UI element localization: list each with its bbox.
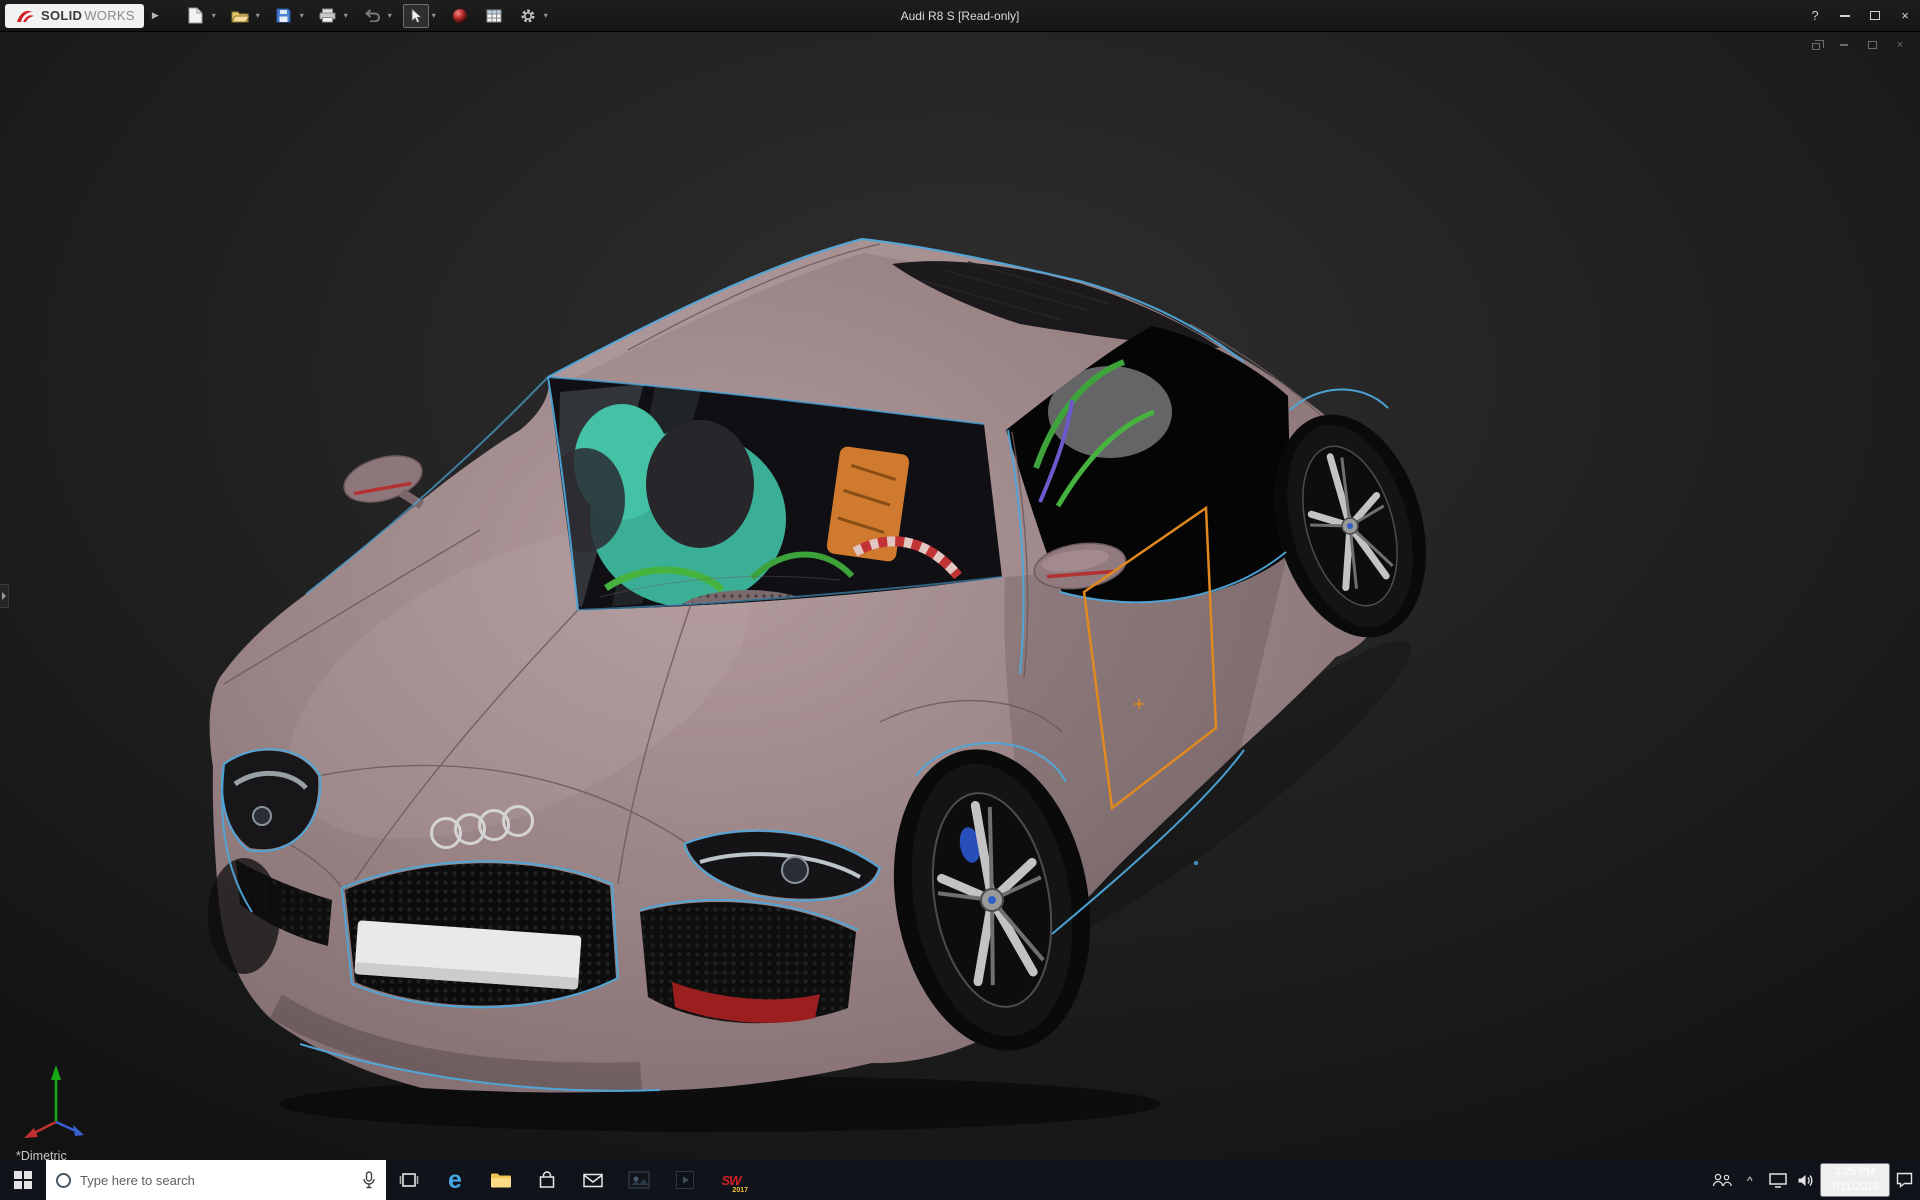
network-icon [1769,1172,1787,1188]
minimize-icon [1840,44,1848,46]
open-document-button[interactable] [227,4,253,28]
print-button[interactable] [315,4,341,28]
right-air-intake [640,901,856,1024]
edge-icon: e [448,1165,462,1194]
maximize-icon [1867,41,1877,49]
design-table-icon [486,9,502,22]
appearance-sphere-icon [452,8,467,23]
solidworks-2017-button[interactable]: SW 2017 [708,1160,754,1200]
design-table-button[interactable] [481,4,507,28]
file-explorer-icon [491,1173,511,1188]
mail-envelope-icon [583,1173,603,1187]
audi-r8-model[interactable] [0,32,1920,1160]
help-button[interactable]: ? [1800,3,1830,29]
brand-solid: SOLID [41,8,83,23]
doc-restore-button[interactable] [1806,37,1826,53]
minimize-icon [1840,14,1850,17]
select-cursor-icon [411,7,422,23]
window-title: Audi R8 S [Read-only] [900,8,1020,23]
interior-seat-dark [646,420,754,548]
volume-button[interactable] [1792,1160,1820,1200]
undo-icon [364,9,380,22]
solidworks-logo: SOLID WORKS [5,3,144,28]
new-document-button[interactable] [183,4,209,28]
titlebar: SOLID WORKS ▶ ▾ ▾ ▾ ▾ ▾ ▾ ▾ Audi R8 S [R… [0,0,1920,32]
new-document-caret[interactable]: ▾ [209,11,219,20]
system-tray: ^ 2:25 PM 7/11/2018 [1708,1160,1920,1200]
doc-minimize-button[interactable] [1834,37,1854,53]
select-tool-button[interactable] [402,3,429,28]
store-bag-icon [539,1171,555,1188]
action-center-button[interactable] [1890,1160,1918,1200]
quick-access-toolbar: ▾ ▾ ▾ ▾ ▾ ▾ ▾ [183,3,557,28]
task-view-icon [399,1173,419,1187]
brand-works: WORKS [84,8,135,23]
mail-button[interactable] [570,1160,616,1200]
movies-tv-button[interactable] [662,1160,708,1200]
undo-caret[interactable]: ▾ [385,11,395,20]
windows-logo-icon [14,1171,32,1189]
start-button[interactable] [0,1160,46,1200]
print-caret[interactable]: ▾ [341,11,351,20]
volume-icon [1798,1174,1813,1186]
open-folder-icon [230,11,249,22]
network-button[interactable] [1764,1160,1792,1200]
left-wheel-shadow [208,858,280,974]
window-controls: ? × [1800,3,1920,29]
microphone-icon[interactable] [362,1171,376,1189]
document-window-controls: × [1806,37,1910,53]
taskbar-search[interactable] [46,1160,386,1200]
clock-time: 2:25 PM [1834,1166,1876,1179]
taskbar-clock[interactable]: 2:25 PM 7/11/2018 [1819,1163,1890,1197]
doc-close-button[interactable]: × [1890,37,1910,53]
cortana-icon [56,1172,71,1188]
restore-icon [1812,39,1824,50]
orientation-triad [24,1065,84,1138]
save-caret[interactable]: ▾ [297,11,307,20]
photos-button[interactable] [616,1160,662,1200]
options-caret[interactable]: ▾ [541,11,551,20]
task-view-button[interactable] [386,1160,432,1200]
solidworks-window: SOLID WORKS ▶ ▾ ▾ ▾ ▾ ▾ ▾ ▾ Audi R8 S [R… [0,0,1920,1200]
vertex-marker [1193,860,1199,866]
edge-button[interactable]: e [432,1160,478,1200]
minimize-button[interactable] [1830,3,1860,29]
ds-logo-icon [17,10,34,22]
photos-icon [628,1171,650,1189]
store-button[interactable] [524,1160,570,1200]
close-button[interactable]: × [1890,3,1920,29]
maximize-button[interactable] [1860,3,1890,29]
search-input[interactable] [80,1172,353,1188]
undo-button[interactable] [359,4,385,28]
file-explorer-button[interactable] [478,1160,524,1200]
select-tool-caret[interactable]: ▾ [429,11,439,20]
open-document-caret[interactable]: ▾ [253,11,263,20]
solidworks-2017-icon: SW 2017 [721,1172,748,1195]
chevron-up-icon: ^ [1747,1174,1753,1188]
people-icon [1712,1173,1732,1187]
front-grille [345,863,616,1006]
print-icon [319,8,336,23]
gear-icon [521,9,535,22]
windows-taskbar: e [0,1160,1920,1200]
options-button[interactable] [515,4,541,28]
movies-tv-icon [676,1171,694,1189]
clock-date: 7/11/2018 [1830,1181,1879,1193]
new-document-icon [188,7,203,24]
hidden-icons-button[interactable]: ^ [1736,1160,1764,1200]
maximize-icon [1870,11,1880,20]
collapsed-panel-arrow[interactable] [0,584,9,608]
doc-maximize-button[interactable] [1862,37,1882,53]
graphics-viewport[interactable]: × *Dimetric [0,32,1920,1160]
menu-flyout-arrow[interactable]: ▶ [152,10,159,21]
view-orientation-label: *Dimetric [16,1149,67,1160]
people-button[interactable] [1708,1160,1736,1200]
appearances-button[interactable] [447,4,473,28]
action-center-icon [1896,1172,1912,1188]
save-button[interactable] [271,4,297,28]
save-floppy-icon [276,8,291,23]
